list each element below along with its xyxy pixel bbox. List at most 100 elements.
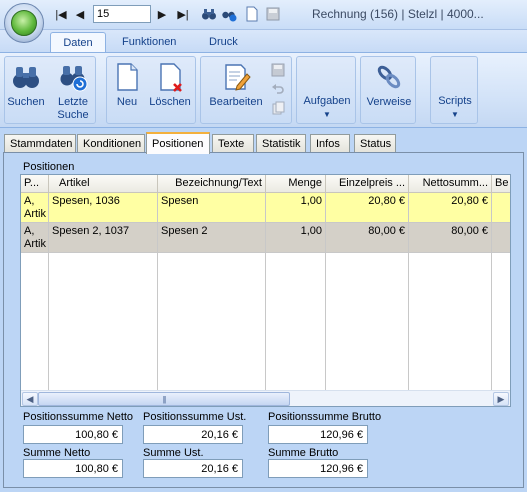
last-search-icon[interactable] <box>221 5 237 23</box>
cell-bezeichnung: Spesen <box>158 193 266 223</box>
title-bar: |◀ ◀ 15 ▶ ▶| Rechnung (156) | Stelzl | 4… <box>0 0 527 30</box>
delete-document-icon <box>160 63 182 92</box>
tab-daten[interactable]: Daten <box>50 32 106 52</box>
new-button[interactable]: Neu <box>111 62 143 109</box>
cell-artikel: Spesen 2, 1037 <box>49 223 158 253</box>
summe-netto-field[interactable]: 100,80 € <box>23 459 123 478</box>
cell-menge: 1,00 <box>266 223 326 253</box>
chain-link-icon <box>377 65 401 89</box>
copy-icon[interactable] <box>271 101 285 115</box>
column-divider <box>491 253 492 390</box>
positions-section-label: Positionen <box>23 161 75 173</box>
ribbon-group-search: Suchen Letzte Suche <box>4 56 96 124</box>
tab-texte[interactable]: Texte <box>212 134 254 153</box>
tasks-dropdown-button[interactable]: Aufgaben ▼ <box>299 95 355 119</box>
references-button[interactable]: Verweise <box>363 62 415 109</box>
chevron-down-icon: ▼ <box>451 110 459 119</box>
column-header-be[interactable]: Be <box>492 175 510 193</box>
ribbon-group-edit: Bearbeiten <box>200 56 292 124</box>
column-header-p[interactable]: P... <box>21 175 49 193</box>
positionssumme-netto-field[interactable]: 100,80 € <box>23 425 123 444</box>
summe-ust-field[interactable]: 20,16 € <box>143 459 243 478</box>
ribbon-group-scripts: Scripts ▼ <box>430 56 478 124</box>
tab-statistik[interactable]: Statistik <box>256 134 306 153</box>
application-menu-button[interactable] <box>4 3 44 43</box>
first-record-icon[interactable]: |◀ <box>54 5 68 23</box>
cell-einzelpreis: 80,00 € <box>326 223 409 253</box>
search-button[interactable]: Suchen <box>7 62 45 109</box>
last-search-icon <box>60 66 88 92</box>
scroll-right-icon[interactable]: ▶ <box>493 392 509 406</box>
app-logo-icon <box>11 10 37 36</box>
column-header-bezeichnung[interactable]: Bezeichnung/Text <box>158 175 266 193</box>
record-number-input[interactable]: 15 <box>93 5 151 23</box>
column-divider <box>48 253 49 390</box>
column-divider <box>265 253 266 390</box>
column-header-nettosumme[interactable]: Nettosumm... <box>409 175 492 193</box>
cell-be <box>492 193 510 223</box>
table-row[interactable]: A, Artik Spesen, 1036 Spesen 1,00 20,80 … <box>21 193 510 223</box>
column-header-einzelpreis[interactable]: Einzelpreis ... <box>326 175 409 193</box>
delete-button[interactable]: Löschen <box>147 62 193 109</box>
summe-brutto-label: Summe Brutto <box>268 447 339 459</box>
table-row[interactable]: A, Artik Spesen 2, 1037 Spesen 2 1,00 80… <box>21 223 510 253</box>
binoculars-icon[interactable] <box>201 5 217 23</box>
positionssumme-brutto-label: Positionssumme Brutto <box>268 411 382 423</box>
summe-ust-label: Summe Ust. <box>143 447 204 459</box>
binoculars-icon <box>13 67 39 88</box>
column-divider <box>408 253 409 390</box>
edit-small-actions <box>271 63 285 115</box>
tab-status[interactable]: Status <box>354 134 396 153</box>
cell-p: A, Artik <box>21 193 49 223</box>
next-record-icon[interactable]: ▶ <box>155 5 169 23</box>
ribbon-group-tasks: Aufgaben ▼ <box>296 56 356 124</box>
summe-brutto-field[interactable]: 120,96 € <box>268 459 368 478</box>
positionssumme-brutto-field[interactable]: 120,96 € <box>268 425 368 444</box>
tab-konditionen[interactable]: Konditionen <box>77 134 145 153</box>
column-header-menge[interactable]: Menge <box>266 175 326 193</box>
scripts-dropdown-button[interactable]: Scripts ▼ <box>433 95 477 119</box>
positions-panel: Positionen P... Artikel Bezeichnung/Text… <box>3 152 524 488</box>
horizontal-scrollbar[interactable]: ◀ ||| ▶ <box>21 390 510 406</box>
undo-icon[interactable] <box>271 82 285 96</box>
cell-menge: 1,00 <box>266 193 326 223</box>
positionssumme-ust-label: Positionssumme Ust. <box>143 411 247 423</box>
edit-button[interactable]: Bearbeiten <box>205 62 267 109</box>
cell-nettosumme: 20,80 € <box>409 193 492 223</box>
tab-infos[interactable]: Infos <box>310 134 350 153</box>
previous-record-icon[interactable]: ◀ <box>73 5 87 23</box>
cell-nettosumme: 80,00 € <box>409 223 492 253</box>
scrollbar-thumb[interactable]: ||| <box>38 392 290 406</box>
column-header-artikel[interactable]: Artikel <box>49 175 158 193</box>
column-divider <box>325 253 326 390</box>
ribbon-group-records: Neu Löschen <box>106 56 196 124</box>
positionssumme-netto-label: Positionssumme Netto <box>23 411 134 423</box>
tab-funktionen[interactable]: Funktionen <box>112 32 186 52</box>
cell-einzelpreis: 20,80 € <box>326 193 409 223</box>
new-document-icon[interactable] <box>244 5 260 23</box>
save-icon[interactable] <box>265 5 281 23</box>
document-tab-bar: Stammdaten Konditionen Positionen Texte … <box>0 131 527 154</box>
last-record-icon[interactable]: ▶| <box>175 5 191 23</box>
cell-artikel: Spesen, 1036 <box>49 193 158 223</box>
save-icon[interactable] <box>271 63 285 77</box>
positionssumme-ust-field[interactable]: 20,16 € <box>143 425 243 444</box>
positions-grid[interactable]: P... Artikel Bezeichnung/Text Menge Einz… <box>20 174 511 407</box>
cell-be <box>492 223 510 253</box>
tab-stammdaten[interactable]: Stammdaten <box>4 134 76 153</box>
window-title: Rechnung (156) | Stelzl | 4000... <box>312 7 484 21</box>
column-divider <box>157 253 158 390</box>
new-document-icon <box>117 63 138 91</box>
cell-p: A, Artik <box>21 223 49 253</box>
tab-positionen[interactable]: Positionen <box>146 132 210 154</box>
last-search-button[interactable]: Letzte Suche <box>53 62 93 122</box>
grid-header: P... Artikel Bezeichnung/Text Menge Einz… <box>21 175 510 193</box>
cell-bezeichnung: Spesen 2 <box>158 223 266 253</box>
summe-netto-label: Summe Netto <box>23 447 91 459</box>
scroll-left-icon[interactable]: ◀ <box>22 392 38 406</box>
tab-druck[interactable]: Druck <box>199 32 248 52</box>
chevron-down-icon: ▼ <box>323 110 331 119</box>
ribbon: Suchen Letzte Suche Neu Löschen Bearbeit… <box>0 52 527 128</box>
edit-document-icon <box>225 64 251 91</box>
ribbon-tab-bar: Daten Funktionen Druck <box>0 30 527 52</box>
